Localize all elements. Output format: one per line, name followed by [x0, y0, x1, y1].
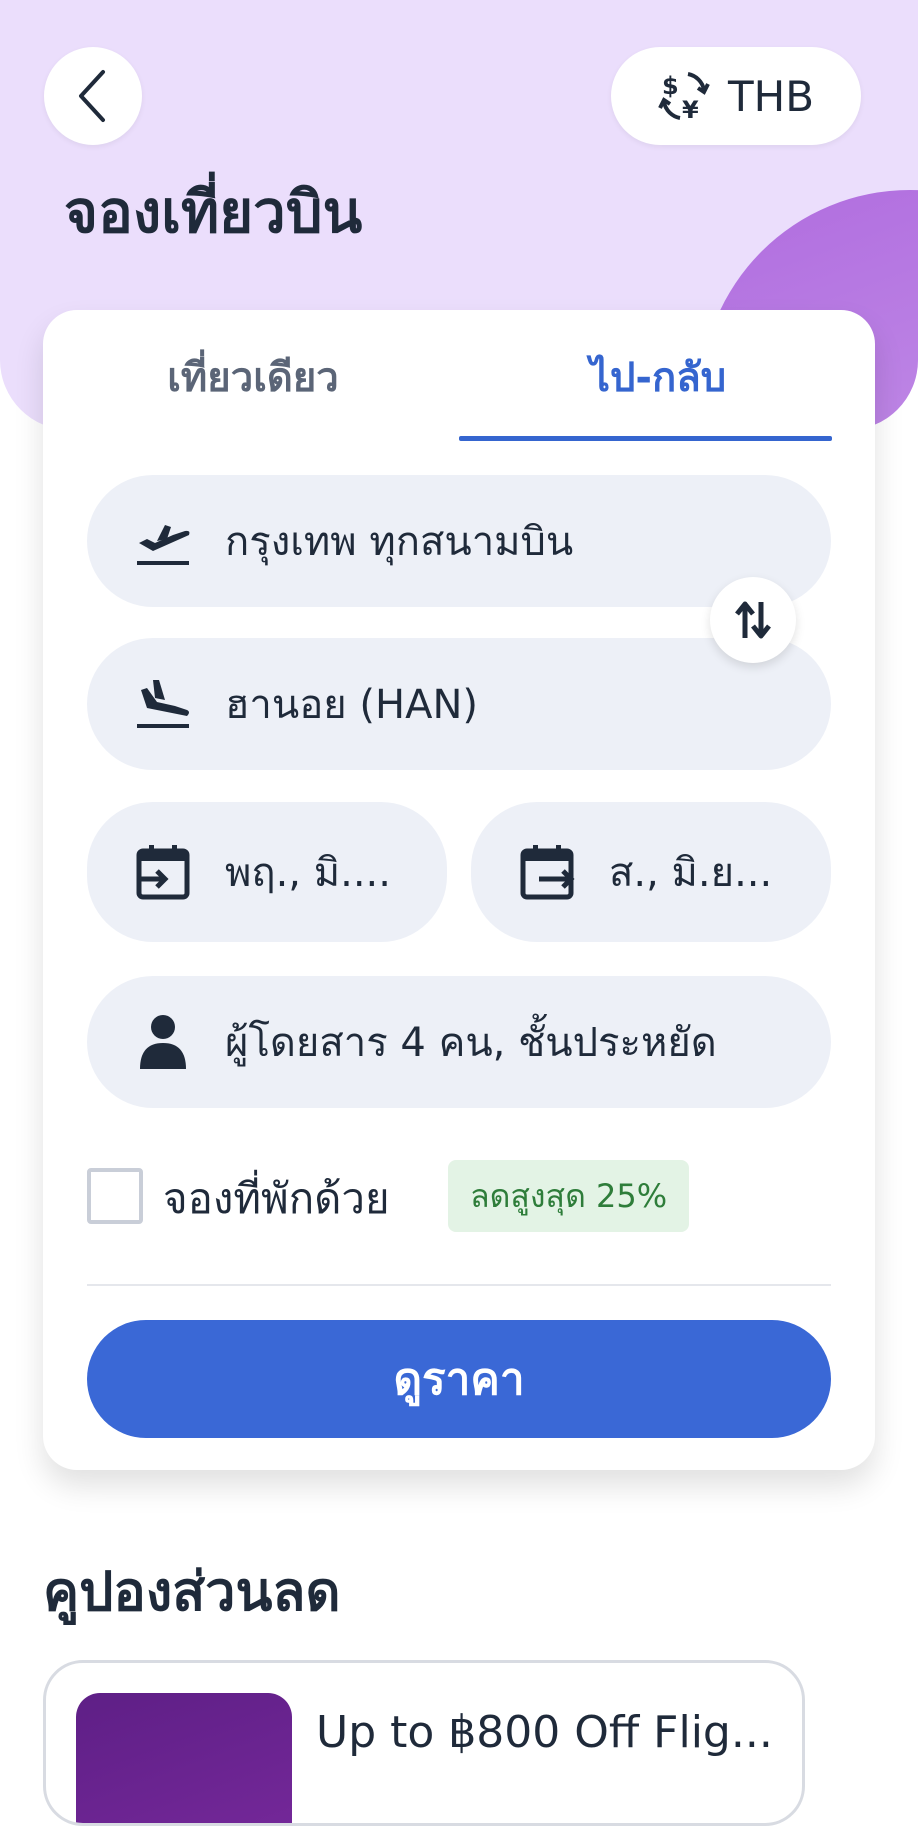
discount-badge: ลดสูงสุด 25%: [448, 1160, 690, 1232]
flight-search-card: เที่ยวเดียว ไป-กลับ กรุงเทพ ทุกสนามบิน ฮ…: [43, 310, 875, 1470]
calendar-return-icon: [515, 840, 579, 904]
origin-field[interactable]: กรุงเทพ ทุกสนามบิน: [87, 475, 831, 607]
depart-date-field[interactable]: พฤ., มิ....: [87, 802, 447, 942]
coupon-image: [76, 1693, 292, 1823]
svg-text:¥: ¥: [682, 96, 699, 124]
currency-exchange-icon: $ ¥: [658, 72, 710, 124]
return-date-value: ส., มิ.ย...: [609, 850, 773, 896]
origin-value: กรุงเทพ ทุกสนามบิน: [225, 519, 574, 565]
passengers-field[interactable]: ผู้โดยสาร 4 คน, ชั้นประหยัด: [87, 976, 831, 1108]
svg-text:$: $: [662, 72, 679, 100]
swap-button[interactable]: [710, 577, 796, 663]
plane-landing-icon: [131, 672, 195, 736]
plane-takeoff-icon: [131, 509, 195, 573]
passengers-value: ผู้โดยสาร 4 คน, ชั้นประหยัด: [225, 1020, 717, 1066]
calendar-depart-icon: [131, 840, 195, 904]
destination-field[interactable]: ฮานอย (HAN): [87, 638, 831, 770]
active-tab-indicator: [459, 436, 832, 441]
tab-one-way[interactable]: เที่ยวเดียว: [103, 345, 403, 425]
currency-code: THB: [727, 71, 815, 121]
coupons-section-title: คูปองส่วนลด: [43, 1560, 341, 1623]
tab-round-trip[interactable]: ไป-กลับ: [493, 345, 823, 425]
coupon-title: Up to ฿800 Off Flig...: [316, 1707, 773, 1758]
coupon-card[interactable]: Up to ฿800 Off Flig...: [43, 1660, 805, 1826]
add-hotel-label: จองที่พักด้วย: [163, 1174, 390, 1223]
currency-button[interactable]: $ ¥ THB: [611, 47, 861, 145]
destination-value: ฮานอย (HAN): [225, 682, 478, 728]
back-arrow-icon: [79, 70, 105, 122]
search-button[interactable]: ดูราคา: [87, 1320, 831, 1438]
return-date-field[interactable]: ส., มิ.ย...: [471, 802, 831, 942]
depart-date-value: พฤ., มิ....: [225, 850, 391, 896]
add-hotel-checkbox[interactable]: [87, 1168, 143, 1224]
swap-icon: [735, 601, 771, 639]
page-title: จองเที่ยวบิน: [64, 178, 363, 246]
divider: [87, 1284, 831, 1286]
person-icon: [131, 1010, 195, 1074]
back-button[interactable]: [44, 47, 142, 145]
